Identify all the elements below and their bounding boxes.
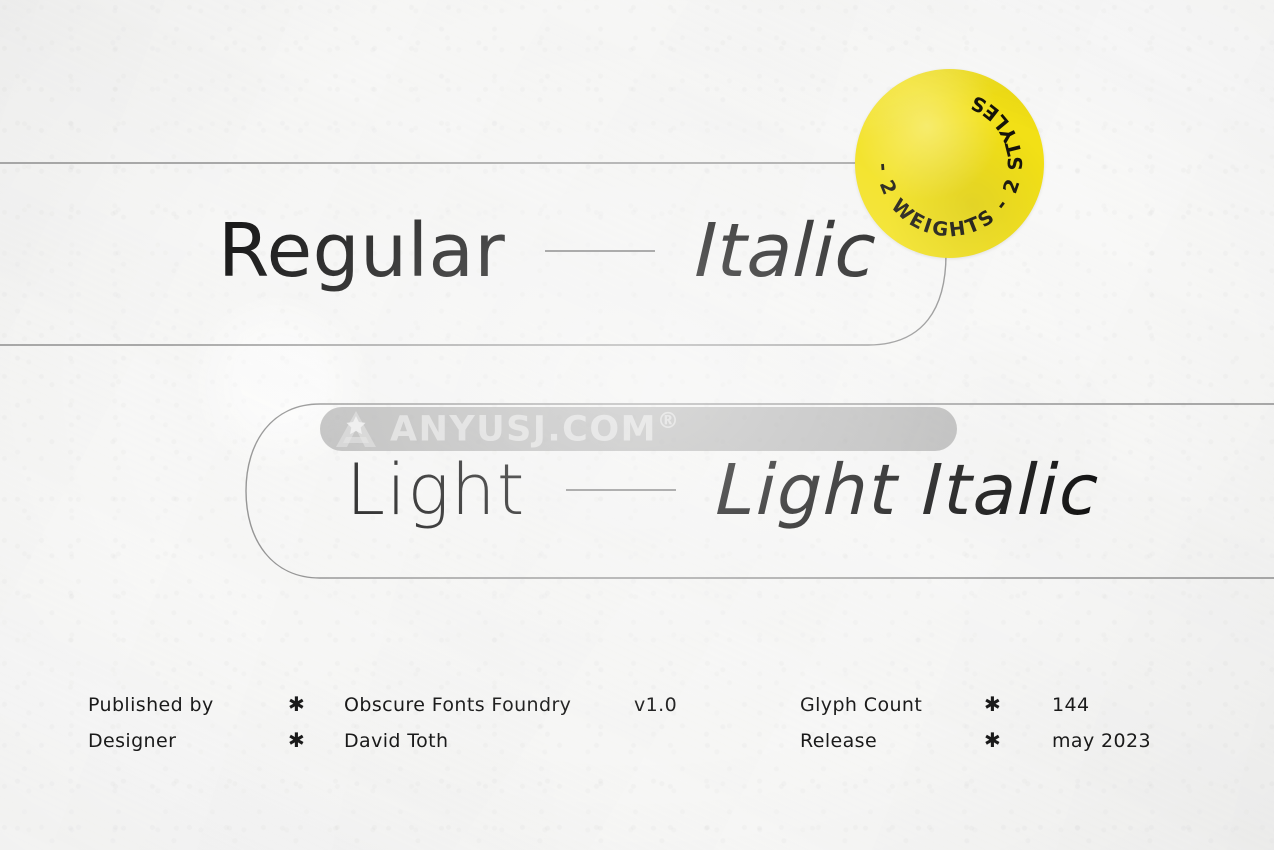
font-specimen-poster: Regular Italic Light Light Italic - 2 WE… [0, 0, 1274, 850]
table-row: Designer ✱ David Toth Release ✱ may 2023 [88, 730, 1198, 766]
meta-value-glyph-count: 144 [1052, 694, 1090, 716]
watermark-domain: ANYUSJ.COM [390, 409, 657, 450]
specimen-row-light: Light Light Italic [346, 449, 1101, 531]
style-name-italic: Italic [693, 208, 878, 294]
weights-styles-badge: - 2 WEIGHTS - 2 STYLES [855, 69, 1044, 258]
specimen-row-regular: Regular Italic [218, 208, 878, 294]
meta-label-glyph-count: Glyph Count [800, 694, 923, 716]
style-name-regular: Regular [218, 208, 506, 294]
meta-value-designer: David Toth [344, 730, 449, 752]
band2-left-cap [245, 403, 321, 579]
style-name-light-italic: Light Italic [714, 449, 1101, 531]
meta-value-version: v1.0 [634, 694, 678, 716]
meta-value-version-blank [634, 730, 800, 766]
badge-circular-text: - 2 WEIGHTS - 2 STYLES [872, 90, 1027, 242]
asterisk-icon: ✱ [984, 728, 1002, 752]
style-name-light: Light [346, 449, 526, 531]
footer-metadata: Published by ✱ Obscure Fonts Foundry v1.… [88, 694, 1198, 766]
meta-label-published-by: Published by [88, 694, 214, 716]
meta-value-release-date: may 2023 [1052, 730, 1151, 752]
a-star-logo-icon [324, 407, 388, 451]
style-separator-dash [565, 489, 676, 491]
badge-text-content: - 2 WEIGHTS - 2 STYLES [872, 90, 1025, 242]
watermark-overlay: ANYUSJ.COM® [320, 407, 957, 451]
asterisk-icon: ✱ [288, 692, 306, 716]
table-row: Published by ✱ Obscure Fonts Foundry v1.… [88, 694, 1198, 730]
asterisk-icon: ✱ [984, 692, 1002, 716]
registered-mark-icon: ® [656, 408, 679, 434]
meta-value-foundry: Obscure Fonts Foundry [344, 694, 572, 716]
meta-label-release: Release [800, 730, 878, 752]
asterisk-icon: ✱ [288, 728, 306, 752]
badge-text-path: - 2 WEIGHTS - 2 STYLES [872, 90, 1027, 242]
meta-label-designer: Designer [88, 730, 177, 752]
watermark-text: ANYUSJ.COM® [390, 408, 679, 450]
metadata-table: Published by ✱ Obscure Fonts Foundry v1.… [88, 694, 1198, 766]
style-separator-dash [545, 250, 656, 252]
